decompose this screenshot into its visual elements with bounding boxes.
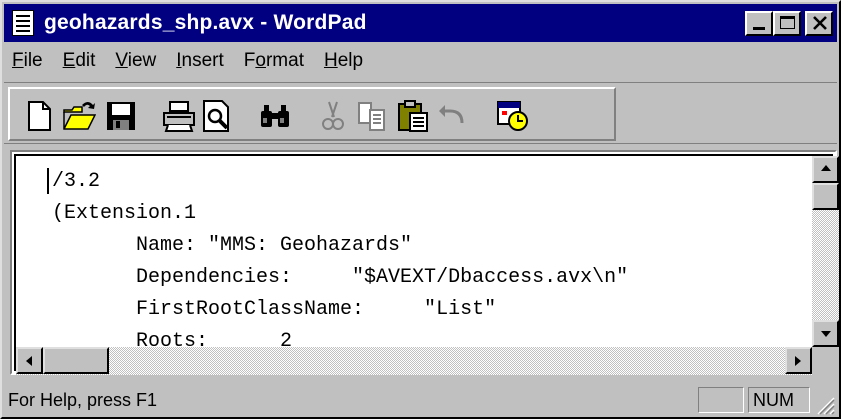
menu-insert[interactable]: Insert [166,50,234,72]
minimize-icon [753,27,765,30]
text-caret [47,168,49,194]
print-icon [163,101,195,132]
status-bar: For Help, press F1 NUM [4,382,837,417]
menu-format[interactable]: Format [234,50,314,72]
document-line: FirstRootClassName: "List" [52,298,497,321]
date-time-button[interactable] [496,99,530,133]
print-button[interactable] [162,99,196,133]
menu-help[interactable]: Help [314,50,373,72]
vertical-scroll-thumb[interactable] [812,183,839,210]
undo-button[interactable] [436,99,470,133]
wordpad-window: geohazards_shp.avx - WordPad File Edit V… [0,0,841,419]
copy-button[interactable] [356,99,390,133]
document-line: (Extension.1 [52,202,197,225]
caps-indicator [698,387,744,413]
document-frame: /3.2 (Extension.1 Name: "MMS: Geohazards… [10,150,839,375]
document-line: Dependencies: "$AVEXT/Dbaccess.avx\n" [52,266,629,289]
menu-edit[interactable]: Edit [53,50,106,72]
close-icon [813,16,827,30]
arrow-up-icon [821,165,831,171]
minimize-button[interactable] [745,11,773,36]
date-time-icon [497,101,528,131]
scrollbar-corner [812,347,839,375]
standard-toolbar [8,87,616,141]
save-button[interactable] [104,99,138,133]
print-preview-button[interactable] [200,99,234,133]
vertical-scrollbar[interactable] [812,156,839,347]
document-line: Roots: 2 [52,330,293,347]
document-inner: /3.2 (Extension.1 Name: "MMS: Geohazards… [14,154,839,375]
undo-icon [439,105,464,124]
document-text-area[interactable]: /3.2 (Extension.1 Name: "MMS: Geohazards… [16,156,812,347]
new-button[interactable] [22,99,56,133]
cut-button[interactable] [316,99,350,133]
scroll-right-button[interactable] [785,347,812,374]
title-bar[interactable]: geohazards_shp.avx - WordPad [4,4,837,42]
horizontal-scroll-thumb[interactable] [43,347,109,374]
arrow-down-icon [821,331,831,337]
document-line: Name: "MMS: Geohazards" [52,234,413,257]
document-line: /3.2 [52,170,101,193]
wordpad-document-icon[interactable] [12,10,34,36]
close-button[interactable] [805,11,833,36]
scroll-left-button[interactable] [16,347,43,374]
status-help-text: For Help, press F1 [8,390,158,410]
resize-grip-icon[interactable] [813,393,835,415]
menu-file[interactable]: File [4,50,53,72]
window-title: geohazards_shp.avx - WordPad [44,11,367,34]
menu-bar: File Edit View Insert Format Help [4,44,837,78]
arrow-right-icon [795,356,801,366]
paste-button[interactable] [396,99,430,133]
find-icon [261,105,289,127]
save-icon [107,102,135,130]
toolbar-row [4,82,837,144]
open-icon [63,102,96,130]
cut-icon [322,101,344,130]
maximize-icon [780,16,795,29]
new-icon [28,101,51,131]
copy-icon [358,102,385,131]
find-button[interactable] [258,99,292,133]
menu-view[interactable]: View [105,50,166,72]
horizontal-scrollbar[interactable] [16,347,812,375]
num-lock-indicator: NUM [748,387,810,413]
maximize-button[interactable] [773,11,801,36]
open-button[interactable] [62,99,96,133]
print-preview-icon [203,100,229,132]
scroll-up-button[interactable] [812,156,839,183]
paste-icon [398,100,428,132]
scroll-down-button[interactable] [812,320,839,347]
arrow-left-icon [26,356,32,366]
